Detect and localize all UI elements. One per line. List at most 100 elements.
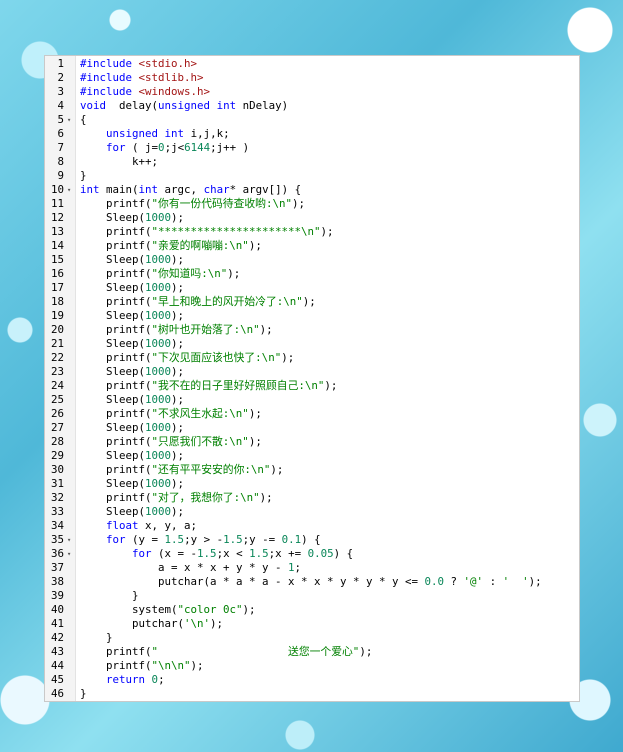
code-line[interactable]: 42 } [45, 631, 579, 645]
fold-toggle-icon[interactable]: ▾ [67, 547, 75, 561]
line-number: 44 [50, 659, 64, 672]
code-line[interactable]: 5 ▾ { [45, 113, 579, 127]
code-token: ); [259, 323, 273, 336]
code-token: ); [281, 351, 295, 364]
line-number: 2 [57, 71, 64, 84]
code-line[interactable]: 1 #include <stdio.h> [45, 57, 579, 71]
code-token: x, y, a; [138, 519, 198, 532]
line-number: 12 [50, 211, 64, 224]
code-token: "只愿我们不散:\n" [151, 435, 249, 448]
code-line[interactable]: 29 Sleep(1000); [45, 449, 579, 463]
code-line[interactable]: 16 printf("你知道吗:\n"); [45, 267, 579, 281]
code-line[interactable]: 36 ▾ for (x = -1.5;x < 1.5;x += 0.05) { [45, 547, 579, 561]
code-line[interactable]: 21 Sleep(1000); [45, 337, 579, 351]
code-text: printf(" 送您一个爱心"); [80, 645, 372, 659]
code-line[interactable]: 8 k++; [45, 155, 579, 169]
code-line[interactable]: 25 Sleep(1000); [45, 393, 579, 407]
code-line[interactable]: 19 Sleep(1000); [45, 309, 579, 323]
code-token: "早上和晚上的风开始冷了:\n" [151, 295, 303, 308]
code-line[interactable]: 2 #include <stdlib.h> [45, 71, 579, 85]
code-token: 0.0 [424, 575, 445, 588]
code-line[interactable]: 46} [45, 687, 579, 701]
code-token: argc, [158, 183, 204, 196]
code-line[interactable]: 26 printf("不求风生水起:\n"); [45, 407, 579, 421]
code-line[interactable]: 45 return 0; [45, 673, 579, 687]
code-area[interactable]: 1 #include <stdio.h> 2 #include <stdlib.h> 3… [45, 57, 579, 701]
code-text: { [80, 113, 87, 127]
code-line[interactable]: 39 } [45, 589, 579, 603]
code-editor[interactable]: 1 #include <stdio.h> 2 #include <stdlib.h> 3… [44, 55, 580, 702]
code-line[interactable]: 12 Sleep(1000); [45, 211, 579, 225]
code-token: ' ' [502, 575, 529, 588]
code-line[interactable]: 30 printf("还有平平安安的你:\n"); [45, 463, 579, 477]
code-text: Sleep(1000); [80, 337, 184, 351]
line-number: 7 [57, 141, 64, 154]
code-line[interactable]: 43 printf(" 送您一个爱心"); [45, 645, 579, 659]
code-token: : [483, 575, 503, 588]
line-number: 25 [50, 393, 64, 406]
line-number: 11 [50, 197, 64, 210]
code-line[interactable]: 37 a = x * x + y * y - 1; [45, 561, 579, 575]
code-token: 1000 [145, 421, 172, 434]
code-token: Sleep( [80, 421, 146, 434]
code-text: printf("\n\n"); [80, 659, 204, 673]
code-line[interactable]: 31 Sleep(1000); [45, 477, 579, 491]
fold-toggle-icon[interactable]: ▾ [67, 533, 75, 547]
code-line[interactable]: 23 Sleep(1000); [45, 365, 579, 379]
code-line[interactable]: 9} [45, 169, 579, 183]
code-text: Sleep(1000); [80, 449, 184, 463]
code-token: "color 0c" [177, 603, 243, 616]
line-number: 17 [50, 281, 64, 294]
code-line[interactable]: 7 for ( j=0;j<6144;j++ ) [45, 141, 579, 155]
line-number: 31 [50, 477, 64, 490]
code-line[interactable]: 18 printf("早上和晚上的风开始冷了:\n"); [45, 295, 579, 309]
code-text: k++; [80, 155, 158, 169]
code-token: printf( [80, 379, 152, 392]
code-line[interactable]: 10 ▾ int main(int argc, char* argv[]) { [45, 183, 579, 197]
code-line[interactable]: 35 ▾ for (y = 1.5;y > -1.5;y -= 0.1) { [45, 533, 579, 547]
code-line[interactable]: 34 float x, y, a; [45, 519, 579, 533]
fold-toggle-icon[interactable]: ▾ [67, 113, 75, 127]
code-token: float [106, 519, 139, 532]
code-token: "不求风生水起:\n" [151, 407, 249, 420]
code-line[interactable]: 38 putchar(a * a * a - x * x * y * y * y… [45, 575, 579, 589]
code-token: ;j< [164, 141, 185, 154]
code-line[interactable]: 27 Sleep(1000); [45, 421, 579, 435]
code-token: ); [171, 281, 185, 294]
line-number: 14 [50, 239, 64, 252]
code-line[interactable]: 13 printf("**********************\n"); [45, 225, 579, 239]
code-token: #include [80, 85, 139, 98]
code-token: 6144 [184, 141, 211, 154]
code-line[interactable]: 33 Sleep(1000); [45, 505, 579, 519]
code-text: printf("树叶也开始落了:\n"); [80, 323, 273, 337]
line-number: 19 [50, 309, 64, 322]
code-token: 1000 [145, 449, 172, 462]
code-token: unsigned [106, 127, 159, 140]
code-line[interactable]: 11 printf("你有一份代码待查收哟:\n"); [45, 197, 579, 211]
code-line[interactable]: 40 system("color 0c"); [45, 603, 579, 617]
code-line[interactable]: 14 printf("亲爱的啊嘣嘣:\n"); [45, 239, 579, 253]
code-token: { [80, 113, 87, 126]
code-line[interactable]: 44 printf("\n\n"); [45, 659, 579, 673]
code-line[interactable]: 24 printf("我不在的日子里好好照顾自己:\n"); [45, 379, 579, 393]
code-line[interactable]: 22 printf("下次见面应该也快了:\n"); [45, 351, 579, 365]
code-token: Sleep( [80, 253, 146, 266]
code-line[interactable]: 41 putchar('\n'); [45, 617, 579, 631]
line-number: 4 [57, 99, 64, 112]
code-text: printf("亲爱的啊嘣嘣:\n"); [80, 239, 262, 253]
code-token: #include [80, 57, 139, 70]
code-line[interactable]: 17 Sleep(1000); [45, 281, 579, 295]
code-text: printf("只愿我们不散:\n"); [80, 435, 262, 449]
code-line[interactable]: 20 printf("树叶也开始落了:\n"); [45, 323, 579, 337]
code-token: ); [171, 309, 185, 322]
code-line[interactable]: 28 printf("只愿我们不散:\n"); [45, 435, 579, 449]
code-line[interactable]: 15 Sleep(1000); [45, 253, 579, 267]
fold-toggle-icon[interactable]: ▾ [67, 183, 75, 197]
code-text: for (y = 1.5;y > -1.5;y -= 0.1) { [80, 533, 321, 547]
code-line[interactable]: 4 void delay(unsigned int nDelay) [45, 99, 579, 113]
code-line[interactable]: 6 unsigned int i,j,k; [45, 127, 579, 141]
code-line[interactable]: 3 #include <windows.h> [45, 85, 579, 99]
code-line[interactable]: 32 printf("对了，我想你了:\n"); [45, 491, 579, 505]
